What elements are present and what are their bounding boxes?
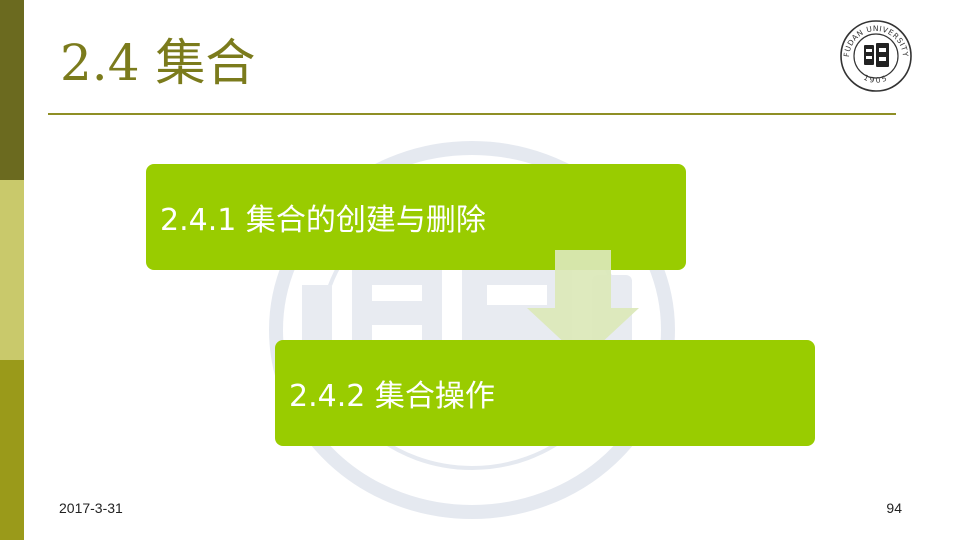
- footer-date: 2017-3-31: [59, 500, 123, 516]
- sidebar-stripe-bottom: [0, 360, 24, 540]
- sidebar-stripe-middle: [0, 180, 24, 360]
- sidebar-stripe-top: [0, 0, 24, 180]
- slide-number: 94: [886, 500, 902, 516]
- title-divider: [48, 113, 896, 115]
- slide-title: 2.4 集合: [60, 34, 256, 92]
- svg-text:1905: 1905: [862, 73, 890, 85]
- process-step-1-label: 2.4.1 集合的创建与删除: [160, 203, 486, 238]
- logo-year: 1905: [862, 73, 888, 85]
- process-step-2-label: 2.4.2 集合操作: [289, 379, 495, 414]
- university-logo: FUDAN UNIVERSITY 1905: [840, 20, 912, 92]
- process-step-2: 2.4.2 集合操作: [275, 340, 815, 446]
